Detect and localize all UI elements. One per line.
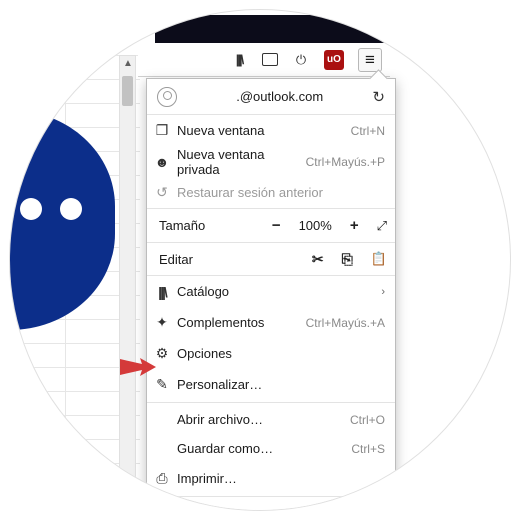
puzzle-icon: ✦ xyxy=(153,314,171,331)
red-arrow-annotation xyxy=(120,355,156,379)
zoom-value: 100% xyxy=(299,218,332,233)
menu-customize[interactable]: ✎ Personalizar… xyxy=(147,369,395,400)
zoom-in-button[interactable]: + xyxy=(350,217,359,234)
menu-zoom: Tamaño − 100% + ⤢ xyxy=(147,208,395,242)
window-icon: ❐ xyxy=(153,122,171,139)
hamburger-menu-button[interactable]: ≡ xyxy=(358,48,382,72)
zoom-label: Tamaño xyxy=(159,218,229,233)
avatar-icon xyxy=(157,87,177,107)
library-books-icon: |||\ xyxy=(153,284,171,300)
paste-button[interactable]: 📋 xyxy=(371,251,387,267)
menu-save-as[interactable]: Guardar como… Ctrl+S xyxy=(147,434,395,463)
vertical-scrollbar[interactable]: ▲ xyxy=(119,55,136,495)
menu-new-private-window[interactable]: ☻ Nueva ventana privada Ctrl+Mayús.+P xyxy=(147,146,395,177)
menu-options[interactable]: ⚙ Opciones xyxy=(147,338,395,369)
orange-tag: NTA xyxy=(10,90,45,108)
menu-print[interactable]: ⎙ Imprimir… xyxy=(147,463,395,494)
printer-icon: ⎙ xyxy=(153,470,171,487)
library-icon[interactable]: |||\ xyxy=(230,51,248,69)
menu-find[interactable]: 🔍 Buscar en esta página… Ctrl+F xyxy=(147,499,395,510)
edit-label: Editar xyxy=(159,252,229,267)
menu-edit: Editar ✂ ⎘ 📋 xyxy=(147,242,395,276)
mask-icon: ☻ xyxy=(153,154,171,170)
cut-button[interactable]: ✂ xyxy=(312,251,324,268)
menu-library[interactable]: |||\ Catálogo › xyxy=(147,276,395,307)
menu-new-window[interactable]: ❐ Nueva ventana Ctrl+N xyxy=(147,115,395,146)
window-tabstrip xyxy=(155,15,385,43)
chevron-right-icon: › xyxy=(381,286,385,298)
sync-icon[interactable]: ↻ xyxy=(372,88,385,106)
account-row[interactable]: .@outlook.com ↻ xyxy=(147,79,395,115)
scroll-up-icon[interactable]: ▲ xyxy=(123,58,133,69)
window-minimize-icon[interactable] xyxy=(346,22,358,24)
account-email: .@outlook.com xyxy=(187,89,372,104)
menu-restore-session: ↺ Restaurar sesión anterior xyxy=(147,177,395,208)
restore-icon: ↺ xyxy=(153,184,171,201)
zoom-out-button[interactable]: − xyxy=(272,217,281,234)
menu-open-file[interactable]: Abrir archivo… Ctrl+O xyxy=(147,405,395,434)
fullscreen-button[interactable]: ⤢ xyxy=(377,218,387,234)
ublock-icon[interactable]: uO xyxy=(324,50,344,70)
browser-toolbar: |||\ ⏻ uO ≡ xyxy=(138,43,390,77)
search-icon: 🔍 xyxy=(153,506,171,510)
copy-button[interactable]: ⎘ xyxy=(342,251,353,268)
scroll-thumb[interactable] xyxy=(122,76,133,106)
power-icon[interactable]: ⏻ xyxy=(292,51,310,69)
menu-addons[interactable]: ✦ Complementos Ctrl+Mayús.+A xyxy=(147,307,395,338)
reader-view-icon[interactable] xyxy=(262,53,278,66)
hamburger-menu: .@outlook.com ↻ ❐ Nueva ventana Ctrl+N ☻… xyxy=(146,78,396,510)
